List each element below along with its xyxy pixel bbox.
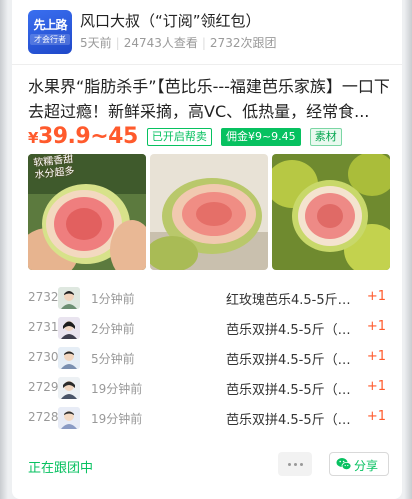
more-button[interactable]	[278, 452, 312, 476]
follower-item: 红玫瑰芭乐4.5-5斤…	[226, 293, 351, 308]
share-label: 分享	[354, 459, 379, 473]
follower-row[interactable]: 2731 2分钟前 芭乐双拼4.5-5斤（… +1	[28, 316, 390, 346]
follower-row[interactable]: 2728 19分钟前 芭乐双拼4.5-5斤（… +1	[28, 406, 390, 436]
post-meta: 5天前 | 24743人查看 | 2732次跟团	[80, 34, 276, 51]
photo-gallery: 软糯香甜 水分超多	[28, 154, 390, 270]
follower-count: +1	[366, 409, 386, 424]
guava-photo-1[interactable]: 软糯香甜 水分超多	[28, 154, 146, 270]
follower-row[interactable]: 2730 5分钟前 芭乐双拼4.5-5斤（… +1	[28, 346, 390, 376]
ellipsis-icon	[300, 463, 303, 466]
follower-time: 19分钟前	[91, 382, 143, 396]
user-avatar-icon	[58, 287, 80, 309]
wechat-icon	[336, 456, 352, 475]
price-currency: ¥	[28, 129, 38, 147]
follower-time: 1分钟前	[91, 292, 135, 306]
follower-count: +1	[366, 349, 386, 364]
guava-photo-3[interactable]	[272, 154, 390, 270]
follower-count: +1	[366, 379, 386, 394]
follower-number: 2730	[28, 350, 59, 364]
user-avatar-icon	[58, 317, 80, 339]
follower-number: 2729	[28, 380, 59, 394]
price-row: ¥39.9~45 已开启帮卖 佣金¥9~9.45 素材	[28, 124, 390, 150]
follow-count: 2732次跟团	[209, 36, 277, 50]
avatar-logo-subtext: 才会行者	[30, 34, 70, 45]
follower-time: 19分钟前	[91, 412, 143, 426]
follower-count: +1	[366, 289, 386, 304]
follower-avatar	[58, 407, 80, 429]
user-avatar-icon	[58, 347, 80, 369]
follower-number: 2732	[28, 290, 59, 304]
follower-time: 2分钟前	[91, 322, 135, 336]
ellipsis-icon	[294, 463, 297, 466]
author-avatar[interactable]: 先上路 才会行者	[28, 10, 72, 54]
price: ¥39.9~45	[28, 124, 138, 149]
follower-list: 2732 1分钟前 红玫瑰芭乐4.5-5斤… +1 2731 2分钟前 芭乐双拼…	[28, 286, 390, 436]
header-divider	[12, 64, 402, 65]
share-button[interactable]: 分享	[329, 452, 389, 476]
follower-row[interactable]: 2732 1分钟前 红玫瑰芭乐4.5-5斤… +1	[28, 286, 390, 316]
follower-number: 2728	[28, 410, 59, 424]
material-tag[interactable]: 素材	[309, 127, 342, 146]
follower-time: 5分钟前	[91, 352, 135, 366]
meta-divider: |	[115, 36, 120, 50]
meta-divider: |	[201, 36, 206, 50]
user-avatar-icon	[58, 377, 80, 399]
post-time: 5天前	[80, 36, 112, 50]
author-name[interactable]: 风口大叔（“订阅”领红包）	[80, 10, 261, 31]
follower-avatar	[58, 287, 80, 309]
follower-avatar	[58, 377, 80, 399]
follower-item: 芭乐双拼4.5-5斤（…	[226, 353, 351, 368]
guava-photo-2-image	[150, 154, 268, 270]
follower-item: 芭乐双拼4.5-5斤（…	[226, 413, 351, 428]
post-title[interactable]: 水果界“脂肪杀手”【芭比乐---福建芭乐家族】一口下去超过瘾！新鲜采摘，高VC、…	[28, 74, 390, 124]
view-count: 24743人查看	[123, 36, 198, 50]
follower-item: 芭乐双拼4.5-5斤（…	[226, 383, 351, 398]
price-range: 39.9~45	[37, 124, 138, 149]
follower-avatar	[58, 347, 80, 369]
follower-row[interactable]: 2729 19分钟前 芭乐双拼4.5-5斤（… +1	[28, 376, 390, 406]
resell-enabled-tag: 已开启帮卖	[146, 127, 212, 146]
group-buy-card[interactable]: 先上路 才会行者 风口大叔（“订阅”领红包） 5天前 | 24743人查看 | 2732…	[12, 0, 402, 499]
ellipsis-icon	[288, 463, 291, 466]
wechat-icon-glyph	[336, 458, 352, 470]
avatar-logo-text: 先上路	[33, 18, 67, 32]
follower-avatar	[58, 317, 80, 339]
follower-number: 2731	[28, 320, 59, 334]
following-status[interactable]: 正在跟团中	[28, 457, 93, 476]
author-header: 先上路 才会行者 风口大叔（“订阅”领红包） 5天前 | 24743人查看 | 2732…	[28, 6, 388, 54]
guava-photo-2[interactable]	[150, 154, 268, 270]
card-footer: 正在跟团中 分享	[28, 452, 390, 478]
follower-count: +1	[366, 319, 386, 334]
commission-tag: 佣金¥9~9.45	[220, 127, 301, 146]
follower-item: 芭乐双拼4.5-5斤（…	[226, 323, 351, 338]
photo-caption: 软糯香甜 水分超多	[33, 154, 75, 182]
user-avatar-icon	[58, 407, 80, 429]
guava-photo-3-image	[272, 154, 390, 270]
